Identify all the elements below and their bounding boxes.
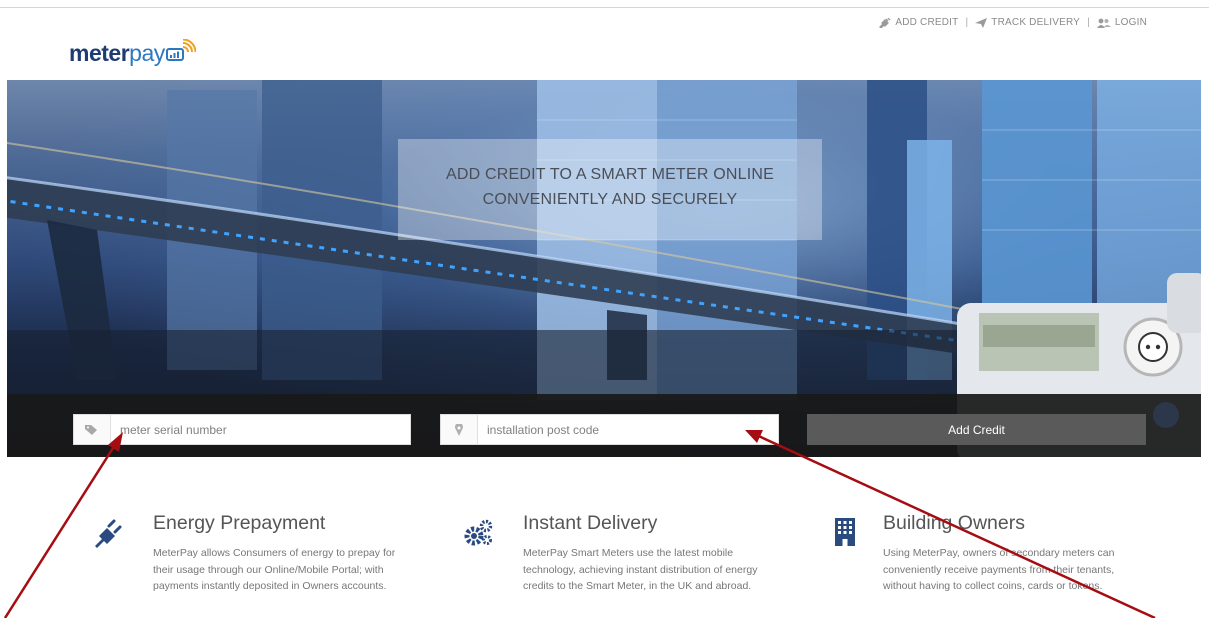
- feature-title: Instant Delivery: [523, 512, 658, 534]
- serial-number-input[interactable]: [111, 415, 410, 444]
- feature-title: Building Owners: [883, 512, 1025, 534]
- post-code-input[interactable]: [478, 415, 778, 444]
- nav-add-credit-label: ADD CREDIT: [895, 17, 959, 28]
- serial-number-field[interactable]: [73, 414, 411, 445]
- plug-icon: [95, 519, 122, 548]
- hero-banner: ADD CREDIT TO A SMART METER ONLINE CONVE…: [7, 80, 1201, 457]
- send-icon: [975, 17, 988, 28]
- top-navigation: ADD CREDIT | TRACK DELIVERY | LOGIN: [879, 17, 1147, 28]
- gears-icon: [464, 519, 493, 546]
- map-marker-icon: [441, 415, 478, 444]
- add-credit-form: Add Credit: [7, 394, 1201, 457]
- hero-headline-line1: ADD CREDIT TO A SMART METER ONLINE: [445, 166, 775, 183]
- nav-add-credit[interactable]: ADD CREDIT: [879, 17, 958, 28]
- feature-description: Using MeterPay, owners of secondary mete…: [883, 547, 1115, 592]
- meter-signal-icon: [165, 39, 196, 61]
- hero-headline: ADD CREDIT TO A SMART METER ONLINE CONVE…: [398, 162, 822, 212]
- feature-title: Energy Prepayment: [153, 512, 326, 534]
- nav-track-delivery-label: TRACK DELIVERY: [991, 17, 1081, 28]
- nav-separator: |: [1087, 17, 1090, 28]
- top-divider: [0, 7, 1209, 8]
- users-icon: [1096, 18, 1111, 28]
- plug-icon: [879, 17, 891, 28]
- building-icon: [835, 518, 855, 546]
- tag-icon: [74, 415, 111, 444]
- decorative-dot: [1153, 402, 1179, 428]
- nav-login-label: LOGIN: [1114, 17, 1147, 28]
- meterpay-logo[interactable]: meter pay: [69, 33, 196, 65]
- logo-text-meter: meter: [69, 40, 130, 66]
- logo-text-pay: pay: [129, 40, 165, 66]
- hero-headline-line2: CONVENIENTLY AND SECURELY: [482, 191, 738, 208]
- add-credit-button[interactable]: Add Credit: [807, 414, 1146, 445]
- nav-track-delivery[interactable]: TRACK DELIVERY: [975, 17, 1080, 28]
- nav-login[interactable]: LOGIN: [1096, 17, 1147, 28]
- post-code-field[interactable]: [440, 414, 779, 445]
- nav-separator: |: [965, 17, 969, 28]
- feature-description: MeterPay Smart Meters use the latest mob…: [523, 547, 758, 592]
- feature-description: MeterPay allows Consumers of energy to p…: [153, 547, 396, 592]
